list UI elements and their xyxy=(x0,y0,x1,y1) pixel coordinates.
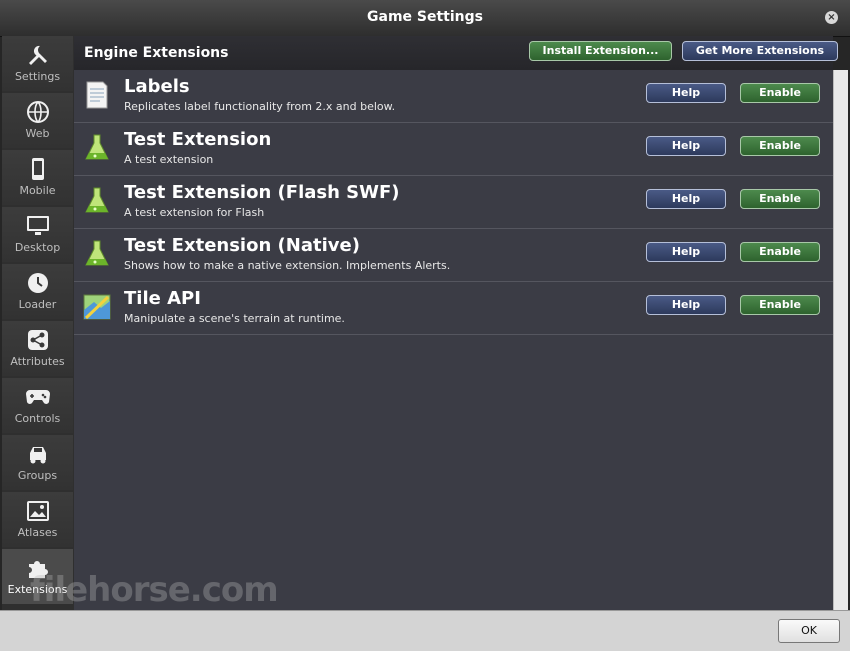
sidebar-item-label: Atlases xyxy=(17,526,58,539)
sidebar-item-label: Controls xyxy=(14,412,61,425)
scrollbar[interactable] xyxy=(833,70,848,610)
sidebar-item-label: Attributes xyxy=(10,355,65,368)
help-button[interactable]: Help xyxy=(646,242,726,262)
globe-icon xyxy=(2,99,73,125)
sidebar-item-label: Mobile xyxy=(19,184,56,197)
phone-icon xyxy=(2,156,73,182)
enable-button[interactable]: Enable xyxy=(740,242,820,262)
map-icon xyxy=(82,292,112,322)
extension-description: Shows how to make a native extension. Im… xyxy=(124,259,451,272)
list-item: Test Extension (Native) Shows how to mak… xyxy=(74,229,833,282)
share-icon xyxy=(2,327,73,353)
help-button[interactable]: Help xyxy=(646,295,726,315)
extension-description: A test extension xyxy=(124,153,214,166)
sidebar-item-atlases[interactable]: Atlases xyxy=(2,492,73,547)
image-icon xyxy=(2,498,73,524)
help-button[interactable]: Help xyxy=(646,189,726,209)
enable-button[interactable]: Enable xyxy=(740,136,820,156)
help-button[interactable]: Help xyxy=(646,83,726,103)
extension-description: A test extension for Flash xyxy=(124,206,265,219)
gamepad-icon xyxy=(2,384,73,410)
sidebar-item-label: Groups xyxy=(17,469,58,482)
sidebar-item-desktop[interactable]: Desktop xyxy=(2,207,73,262)
sidebar-item-groups[interactable]: Groups xyxy=(2,435,73,490)
extension-title: Test Extension xyxy=(124,129,272,150)
window-title: Game Settings xyxy=(367,9,483,25)
sidebar-item-label: Settings xyxy=(14,70,61,83)
sidebar-item-web[interactable]: Web xyxy=(2,93,73,148)
extension-title: Labels xyxy=(124,76,190,97)
sidebar-item-label: Loader xyxy=(18,298,57,311)
install-extension-button[interactable]: Install Extension... xyxy=(529,41,672,61)
enable-button[interactable]: Enable xyxy=(740,83,820,103)
extension-description: Replicates label functionality from 2.x … xyxy=(124,100,396,113)
get-more-extensions-button[interactable]: Get More Extensions xyxy=(682,41,838,61)
game-settings-window: Game Settings × Settings Web Mobile Desk… xyxy=(0,0,850,651)
sidebar-item-controls[interactable]: Controls xyxy=(2,378,73,433)
list-item: Labels Replicates label functionality fr… xyxy=(74,70,833,123)
monitor-icon xyxy=(2,213,73,239)
enable-button[interactable]: Enable xyxy=(740,189,820,209)
ok-button[interactable]: OK xyxy=(778,619,840,643)
extension-description: Manipulate a scene's terrain at runtime. xyxy=(124,312,345,325)
sidebar-item-label: Web xyxy=(25,127,50,140)
close-icon[interactable]: × xyxy=(825,11,838,24)
panel-header: Engine Extensions Install Extension... G… xyxy=(74,36,838,70)
sidebar-item-loader[interactable]: Loader xyxy=(2,264,73,319)
list-item: Test Extension (Flash SWF) A test extens… xyxy=(74,176,833,229)
extension-title: Test Extension (Flash SWF) xyxy=(124,182,400,203)
extension-title: Test Extension (Native) xyxy=(124,235,360,256)
extensions-panel: Engine Extensions Install Extension... G… xyxy=(74,36,838,610)
sidebar-item-label: Desktop xyxy=(14,241,61,254)
enable-button[interactable]: Enable xyxy=(740,295,820,315)
sidebar-item-mobile[interactable]: Mobile xyxy=(2,150,73,205)
document-icon xyxy=(82,80,112,110)
sidebar: Settings Web Mobile Desktop Loader Attri… xyxy=(2,36,74,610)
sidebar-item-attributes[interactable]: Attributes xyxy=(2,321,73,376)
panel-title: Engine Extensions xyxy=(84,45,229,61)
list-item: Tile API Manipulate a scene's terrain at… xyxy=(74,282,833,335)
sidebar-item-settings[interactable]: Settings xyxy=(2,36,73,91)
watermark: filehorse.com xyxy=(30,570,279,610)
wrench-icon xyxy=(2,42,73,68)
footer-bar: OK xyxy=(0,610,850,651)
help-button[interactable]: Help xyxy=(646,136,726,156)
clock-icon xyxy=(2,270,73,296)
list-item: Test Extension A test extension Help Ena… xyxy=(74,123,833,176)
flask-icon xyxy=(82,239,112,269)
title-bar: Game Settings × xyxy=(0,0,850,37)
car-icon xyxy=(2,441,73,467)
flask-icon xyxy=(82,186,112,216)
flask-icon xyxy=(82,133,112,163)
extension-title: Tile API xyxy=(124,288,201,309)
